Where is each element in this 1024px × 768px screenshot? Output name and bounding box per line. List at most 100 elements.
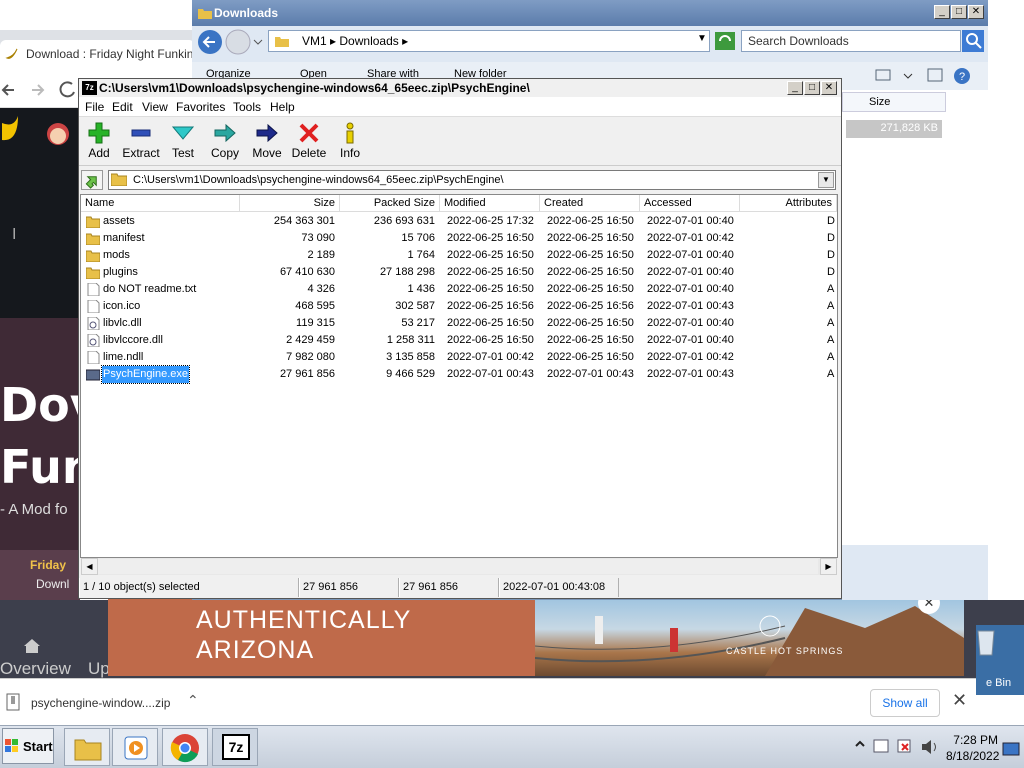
download-filename[interactable]: psychengine-window....zip — [31, 696, 170, 710]
menu-help[interactable]: Help — [270, 100, 295, 114]
close-button[interactable]: ✕ — [821, 81, 837, 95]
maximize-button[interactable]: □ — [951, 5, 967, 19]
breadcrumb-downloads[interactable]: Downloads — [339, 34, 398, 48]
taskbar-7zip[interactable]: 7z — [212, 728, 258, 766]
table-row[interactable]: PsychEngine.exe 27 961 856 9 466 529 2022-0… — [81, 365, 837, 384]
move-button[interactable]: Move — [246, 120, 288, 164]
menu-favorites[interactable]: Favorites — [176, 100, 225, 114]
column-attributes[interactable]: Attributes — [740, 195, 837, 212]
menu-view[interactable]: View — [142, 100, 168, 114]
folder-icon — [275, 37, 289, 47]
copy-button[interactable]: Copy — [204, 120, 246, 164]
featured-download-link[interactable]: Downl — [36, 577, 69, 591]
menu-file[interactable]: File — [85, 100, 104, 114]
view-help-icons[interactable]: ? — [874, 66, 974, 86]
cell-created: 2022-06-25 16:50 — [547, 351, 634, 363]
info-icon — [346, 122, 354, 144]
cell-modified: 2022-06-25 16:50 — [447, 249, 534, 261]
minimize-button[interactable]: _ — [934, 5, 950, 19]
table-row[interactable]: assets 254 363 301 236 693 631 2022-06-25 1… — [81, 213, 837, 230]
taskbar-explorer[interactable] — [64, 728, 110, 766]
status-packed: 27 961 856 — [399, 578, 499, 597]
copy-label: Copy — [210, 146, 239, 160]
table-row[interactable]: lime.ndll 7 982 080 3 135 858 2022-07-01 00… — [81, 349, 837, 366]
cell-size: 27 961 856 — [279, 368, 335, 380]
column-created[interactable]: Created — [540, 195, 640, 212]
scroll-right-icon[interactable]: ▶ — [820, 558, 837, 575]
up-folder-button[interactable] — [81, 170, 103, 190]
cell-modified: 2022-06-25 16:56 — [447, 300, 534, 312]
folder-icon — [86, 267, 100, 279]
7zip-taskbar-icon: 7z — [222, 734, 250, 760]
back-forward-icon[interactable] — [196, 28, 266, 58]
cell-modified: 2022-07-01 00:42 — [447, 351, 534, 363]
tray-icons[interactable] — [852, 736, 952, 760]
table-row[interactable]: libvlc.dll 119 315 53 217 2022-06-25 16:50 2… — [81, 315, 837, 332]
maximize-button[interactable]: □ — [804, 81, 820, 95]
explorer-size-cell[interactable]: 271,828 KB — [846, 120, 942, 138]
refresh-icon[interactable] — [714, 31, 736, 51]
table-row[interactable]: do NOT readme.txt 4 326 1 436 2022-06-25 16… — [81, 281, 837, 298]
explorer-search-placeholder: Search Downloads — [748, 34, 849, 48]
cell-created: 2022-06-25 16:50 — [547, 283, 634, 295]
nav-updates[interactable]: Up — [88, 659, 110, 679]
svg-text:?: ? — [959, 71, 965, 83]
column-accessed[interactable]: Accessed — [640, 195, 740, 212]
table-row[interactable]: plugins 67 410 630 27 188 298 2022-06-25 16… — [81, 264, 837, 281]
cell-name: libvlccore.dll — [103, 334, 163, 346]
chevron-up-icon[interactable]: ⌃ — [187, 692, 199, 709]
folder-icon — [86, 233, 100, 245]
minimize-button[interactable]: _ — [787, 81, 803, 95]
clock-time[interactable]: 7:28 PM — [952, 733, 998, 747]
plus-icon — [88, 122, 110, 144]
menu-edit[interactable]: Edit — [112, 100, 133, 114]
close-download-bar-icon[interactable]: ✕ — [952, 690, 967, 711]
cell-accessed: 2022-07-01 00:40 — [647, 317, 734, 329]
cell-attributes: A — [827, 368, 835, 380]
cell-attributes: A — [827, 351, 835, 363]
delete-x-icon — [299, 123, 319, 143]
column-packed-size[interactable]: Packed Size — [340, 195, 440, 212]
table-row[interactable]: mods 2 189 1 764 2022-06-25 16:50 2022-06-25… — [81, 247, 837, 264]
delete-button[interactable]: Delete — [288, 120, 330, 164]
clock-date[interactable]: 8/18/2022 — [946, 749, 999, 763]
test-button[interactable]: Test — [162, 120, 204, 164]
table-row[interactable]: libvlccore.dll 2 429 459 1 258 311 2022-06-… — [81, 332, 837, 349]
info-button[interactable]: Info — [329, 120, 371, 164]
7zip-title: C:\Users\vm1\Downloads\psychengine-windo… — [99, 81, 530, 95]
chevron-down-icon[interactable]: ▼ — [818, 172, 834, 188]
nav-overview[interactable]: Overview — [0, 659, 71, 679]
ad-banner[interactable]: AUTHENTICALLY ARIZONA CASTLE HOT SPRINGS — [108, 598, 964, 676]
ad-brand: CASTLE HOT SPRINGS — [726, 646, 844, 656]
close-button[interactable]: ✕ — [968, 5, 984, 19]
add-button[interactable]: Add — [78, 120, 120, 164]
extract-button[interactable]: Extract — [120, 120, 162, 164]
home-icon[interactable] — [22, 636, 42, 656]
explorer-column-size[interactable]: Size — [842, 92, 946, 112]
chevron-down-icon[interactable]: ▼ — [697, 33, 707, 44]
column-modified[interactable]: Modified — [440, 195, 540, 212]
taskbar-chrome[interactable] — [162, 728, 208, 766]
cell-created: 2022-07-01 00:43 — [547, 368, 634, 380]
up-arrow-icon — [85, 176, 97, 189]
menu-tools[interactable]: Tools — [233, 100, 261, 114]
7zip-app-icon: 7z — [82, 81, 97, 95]
start-label: Start — [23, 739, 53, 754]
breadcrumb-vm1[interactable]: VM1 — [302, 34, 327, 48]
extract-label: Extract — [122, 146, 160, 160]
table-row[interactable]: manifest 73 090 15 706 2022-06-25 16:50 2022… — [81, 230, 837, 247]
scrollbar-track[interactable] — [98, 559, 818, 574]
column-size[interactable]: Size — [240, 195, 340, 212]
scroll-left-icon[interactable]: ◀ — [81, 558, 98, 575]
column-name[interactable]: Name — [81, 195, 240, 212]
taskbar-media-player[interactable] — [112, 728, 158, 766]
show-all-button[interactable]: Show all — [870, 689, 940, 717]
folder-icon — [86, 216, 100, 228]
cell-attributes: D — [827, 215, 835, 227]
search-icon[interactable] — [962, 30, 984, 52]
show-desktop-icon[interactable] — [1002, 742, 1020, 756]
cell-size: 7 982 080 — [286, 351, 335, 363]
chrome-icon — [170, 734, 199, 763]
table-row[interactable]: icon.ico 468 595 302 587 2022-06-25 16:56 20… — [81, 298, 837, 315]
add-label: Add — [88, 146, 110, 160]
